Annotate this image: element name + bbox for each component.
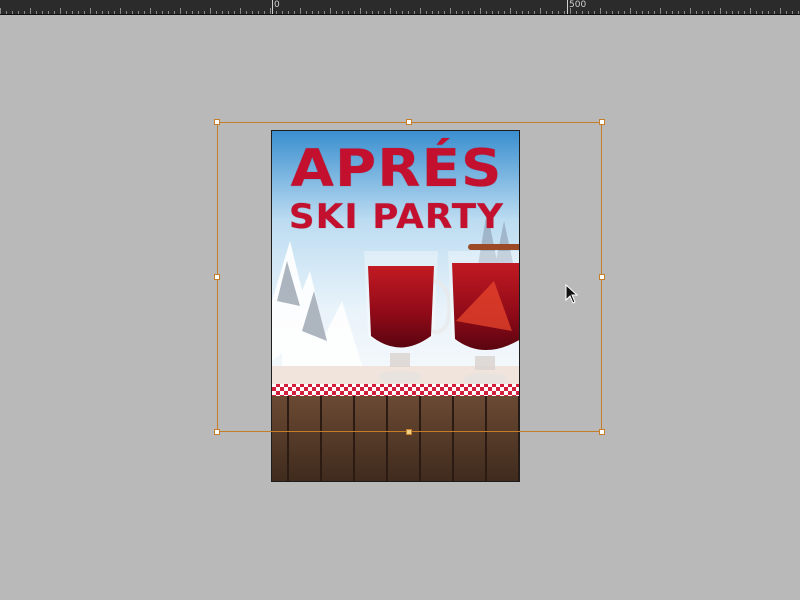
- handle-top-center[interactable]: [406, 119, 412, 125]
- handle-bottom-left[interactable]: [214, 429, 220, 435]
- selection-frame[interactable]: [217, 122, 602, 432]
- handle-bottom-center[interactable]: [406, 429, 412, 435]
- ruler-ticks: [0, 0, 799, 14]
- handle-middle-left[interactable]: [214, 274, 220, 280]
- handle-top-right[interactable]: [599, 119, 605, 125]
- handle-bottom-right[interactable]: [599, 429, 605, 435]
- ruler-label-500: 500: [569, 0, 587, 10]
- ruler-label-0: 0: [274, 0, 280, 10]
- arrow-pointer-icon: [565, 283, 579, 308]
- horizontal-ruler[interactable]: 0 500: [0, 0, 800, 15]
- handle-middle-right[interactable]: [599, 274, 605, 280]
- handle-top-left[interactable]: [214, 119, 220, 125]
